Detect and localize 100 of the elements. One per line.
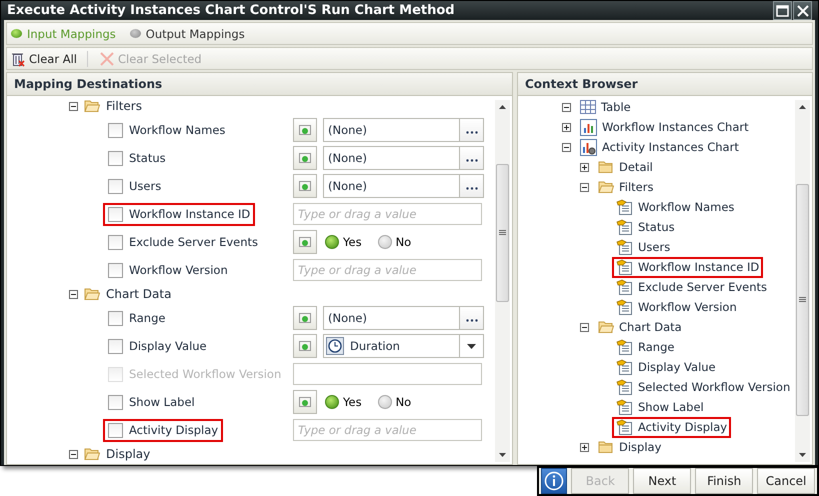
indicator-icon <box>298 123 312 137</box>
window-title: Execute Activity Instances Chart Control'S Run Chart Method <box>7 3 456 18</box>
expand-icon[interactable] <box>562 122 571 132</box>
browse-button[interactable] <box>459 119 483 141</box>
tree-item[interactable]: Filters <box>594 178 658 196</box>
indicator-icon <box>298 339 312 353</box>
indicator-icon <box>298 311 312 325</box>
tree-item[interactable]: Workflow Version <box>612 296 741 318</box>
tree-item[interactable]: Workflow Instances Chart <box>576 116 753 138</box>
tree-item[interactable]: Detail <box>594 158 657 176</box>
cancel-button[interactable]: Cancel <box>757 468 816 494</box>
value-picker[interactable]: (None) <box>323 146 484 170</box>
browse-button[interactable] <box>459 175 483 197</box>
x-icon <box>100 52 114 66</box>
radio-option[interactable]: No <box>378 395 412 409</box>
scrollbar[interactable] <box>795 100 810 462</box>
value-picker[interactable]: (None) <box>323 306 484 330</box>
tree-item[interactable]: Display <box>594 438 666 456</box>
value-field[interactable]: Type or drag a value <box>293 259 482 281</box>
collapse-icon[interactable] <box>580 182 589 192</box>
tree-item[interactable]: Show Label <box>612 396 708 418</box>
dropdown[interactable]: Duration <box>323 334 484 358</box>
scrollbar[interactable] <box>495 100 510 462</box>
bar-chart-icon <box>580 118 597 136</box>
collapse-icon[interactable] <box>562 142 571 152</box>
value-picker[interactable]: (None) <box>323 118 484 142</box>
scroll-up-icon[interactable] <box>799 105 806 109</box>
clear-all-button[interactable]: Clear All <box>11 50 83 66</box>
tree-item[interactable]: Workflow Instance ID <box>612 256 764 278</box>
chart-gear-icon <box>580 138 597 156</box>
browse-button[interactable] <box>459 147 483 169</box>
indicator-icon <box>298 235 312 249</box>
mapping-button[interactable] <box>293 306 317 330</box>
panel-title: Context Browser <box>518 73 812 96</box>
collapse-icon[interactable] <box>69 290 78 298</box>
tree-item[interactable]: Range <box>612 336 678 358</box>
value-field[interactable]: Type or drag a value <box>293 203 482 225</box>
scroll-down-icon[interactable] <box>799 453 806 457</box>
tree-item[interactable]: Chart Data <box>594 318 686 336</box>
collapse-icon[interactable] <box>69 450 78 458</box>
tree-item[interactable]: Table <box>576 98 635 116</box>
mapping-checkbox[interactable]: Show Label <box>103 390 200 414</box>
radio-option[interactable]: Yes <box>325 235 362 249</box>
mapping-button[interactable] <box>293 334 317 358</box>
field-icon <box>616 398 633 416</box>
folder-icon <box>84 99 100 113</box>
tree-item[interactable]: Exclude Server Events <box>612 276 772 298</box>
radio-option[interactable]: No <box>378 235 412 249</box>
field-icon <box>616 298 633 316</box>
group-label: Filters <box>106 99 142 113</box>
mapping-button[interactable] <box>293 174 317 198</box>
mapping-checkbox[interactable]: Users <box>103 174 166 198</box>
folder-icon <box>598 160 614 174</box>
tree-item[interactable]: Display Value <box>612 356 720 378</box>
folder-icon <box>598 440 614 454</box>
group-label: Display <box>106 447 150 461</box>
tree-item[interactable]: Status <box>612 216 679 238</box>
mapping-checkbox[interactable]: Activity Display <box>103 418 224 442</box>
folder-icon <box>598 320 614 334</box>
folder-icon <box>84 447 100 461</box>
grip-icon <box>799 297 806 303</box>
mapping-checkbox[interactable]: Workflow Names <box>103 118 230 142</box>
field-icon <box>616 218 633 236</box>
tab[interactable]: Output Mappings <box>130 26 245 40</box>
collapse-icon[interactable] <box>580 322 589 332</box>
mapping-button[interactable] <box>293 146 317 170</box>
mapping-button[interactable] <box>293 118 317 142</box>
mapping-checkbox[interactable]: Exclude Server Events <box>103 230 264 254</box>
close-button[interactable] <box>793 1 812 20</box>
mapping-checkbox[interactable]: Workflow Version <box>103 258 233 282</box>
tree-item[interactable]: Users <box>612 236 674 258</box>
expand-icon[interactable] <box>580 442 589 452</box>
table-icon <box>580 100 596 114</box>
value-picker[interactable]: (None) <box>323 174 484 198</box>
mapping-checkbox[interactable]: Status <box>103 146 171 170</box>
finish-button[interactable]: Finish <box>695 468 754 494</box>
ellipsis-icon <box>466 158 478 162</box>
maximize-button[interactable] <box>773 1 792 20</box>
mapping-checkbox[interactable]: Workflow Instance ID <box>103 202 256 226</box>
tree-item[interactable]: Activity Instances Chart <box>576 136 743 158</box>
value-field[interactable]: Type or drag a value <box>293 419 482 441</box>
collapse-icon[interactable] <box>69 102 78 110</box>
collapse-icon[interactable] <box>562 102 571 112</box>
info-button[interactable] <box>541 468 568 494</box>
browse-button[interactable] <box>459 307 483 329</box>
mapping-checkbox[interactable]: Display Value <box>103 334 212 358</box>
folder-icon <box>598 180 614 194</box>
mapping-checkbox[interactable]: Range <box>103 306 170 330</box>
mapping-button[interactable] <box>293 230 317 254</box>
tree-item[interactable]: Selected Workflow Version <box>612 376 794 398</box>
tree-item[interactable]: Workflow Names <box>612 196 738 218</box>
scroll-up-icon[interactable] <box>499 105 506 109</box>
indicator-icon <box>298 151 312 165</box>
radio-option[interactable]: Yes <box>325 395 362 409</box>
next-button[interactable]: Next <box>633 468 692 494</box>
field-icon <box>616 258 633 276</box>
tree-item[interactable]: Activity Display <box>612 416 732 438</box>
scroll-down-icon[interactable] <box>499 453 506 457</box>
mapping-button[interactable] <box>293 390 317 414</box>
expand-icon[interactable] <box>580 162 589 172</box>
